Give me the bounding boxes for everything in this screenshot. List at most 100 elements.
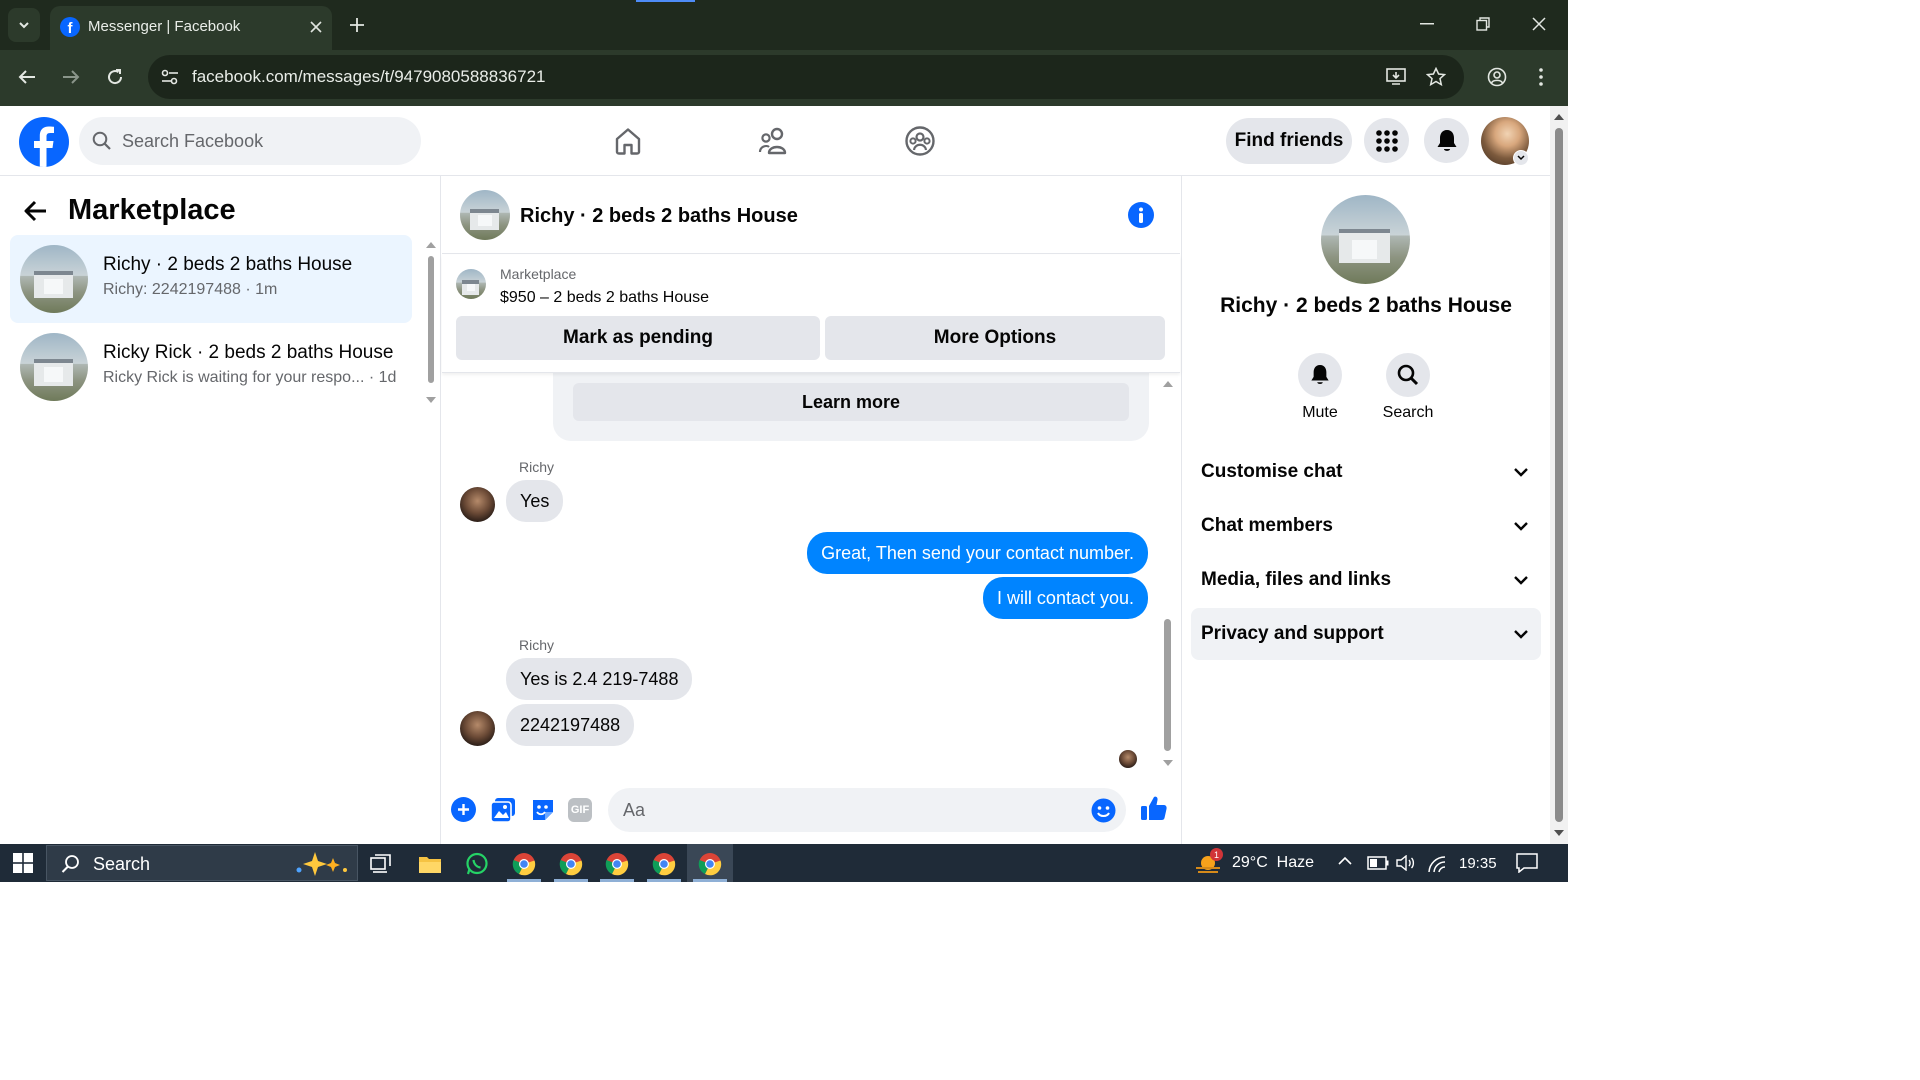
windows-taskbar: Search 1 29°C Haze 19:35 xyxy=(0,844,1568,882)
nav-home[interactable] xyxy=(598,118,658,164)
page-scrollbar[interactable] xyxy=(1550,106,1568,844)
like-icon[interactable] xyxy=(1140,794,1168,822)
friends-icon xyxy=(758,127,787,155)
list-scrollbar[interactable] xyxy=(424,236,438,408)
back-arrow-icon[interactable] xyxy=(24,196,54,226)
tab-close-icon[interactable] xyxy=(304,15,328,39)
weather-widget[interactable]: 1 29°C Haze xyxy=(1190,844,1322,882)
info-card: Learn more xyxy=(553,373,1149,441)
wifi-icon[interactable] xyxy=(1427,855,1447,873)
file-explorer-icon[interactable] xyxy=(418,854,442,874)
browser-tab[interactable]: f Messenger | Facebook xyxy=(50,6,332,50)
clock[interactable]: 19:35 xyxy=(1459,855,1497,872)
chevron-down-icon xyxy=(1514,468,1528,477)
menu-button[interactable] xyxy=(1364,118,1409,163)
chrome-icon[interactable] xyxy=(559,852,583,876)
chat-title[interactable]: Richy · 2 beds 2 baths House xyxy=(520,205,798,228)
section-label: Media, files and links xyxy=(1201,569,1392,590)
outgoing-message[interactable]: I will contact you. xyxy=(982,577,1148,619)
incoming-message[interactable]: Yes is 2.4 219-7488 xyxy=(506,658,693,700)
mute-label: Mute xyxy=(1302,404,1338,421)
forward-button[interactable] xyxy=(56,62,86,92)
message-input-placeholder: Aa xyxy=(623,800,646,820)
outgoing-message[interactable]: Great, Then send your contact number. xyxy=(807,532,1148,574)
address-bar[interactable]: facebook.com/messages/t/9479080588836721 xyxy=(148,55,1464,99)
install-app-icon[interactable] xyxy=(1382,63,1410,91)
sender-avatar[interactable] xyxy=(460,487,495,522)
media-files-links-section[interactable]: Media, files and links xyxy=(1191,554,1541,606)
arrow-left-icon xyxy=(18,70,35,84)
mute-button[interactable]: Mute xyxy=(1292,353,1348,425)
reload-button[interactable] xyxy=(100,62,130,92)
tab-loading-indicator xyxy=(636,0,695,2)
conversation-name: Richy · 2 beds 2 baths House xyxy=(103,254,353,275)
minimize-button[interactable] xyxy=(1404,8,1450,40)
message-scrollbar[interactable] xyxy=(1161,375,1175,771)
add-attachment-icon[interactable] xyxy=(451,797,476,822)
notifications-button[interactable] xyxy=(1424,118,1469,163)
find-friends-button[interactable]: Find friends xyxy=(1226,118,1352,164)
mute-circle xyxy=(1298,353,1342,397)
chat-header-avatar[interactable] xyxy=(460,190,510,240)
new-tab-button[interactable] xyxy=(342,10,372,40)
mark-as-pending-button[interactable]: Mark as pending xyxy=(456,316,820,360)
plus-icon xyxy=(350,18,364,32)
listing-thumbnail[interactable] xyxy=(456,269,486,299)
profile-avatar[interactable] xyxy=(1321,195,1410,284)
task-view-icon[interactable] xyxy=(370,853,392,873)
privacy-support-section[interactable]: Privacy and support xyxy=(1191,608,1541,660)
info-icon[interactable] xyxy=(1128,202,1154,228)
show-hidden-icons[interactable] xyxy=(1338,856,1352,866)
taskbar-search[interactable]: Search xyxy=(46,845,358,881)
back-button[interactable] xyxy=(12,62,42,92)
section-label: Privacy and support xyxy=(1201,623,1384,644)
tab-search-button[interactable] xyxy=(8,8,40,42)
photo-icon[interactable] xyxy=(490,797,516,823)
gif-icon[interactable]: GIF xyxy=(568,798,592,822)
facebook-logo-icon[interactable] xyxy=(19,117,69,167)
close-window-button[interactable] xyxy=(1516,8,1562,40)
facebook-search-field[interactable]: Search Facebook xyxy=(79,117,421,165)
conversation-item[interactable]: Richy · 2 beds 2 baths House Richy: 2242… xyxy=(10,235,412,323)
message-text: Yes is 2.4 219-7488 xyxy=(520,668,679,689)
conversation-name: Ricky Rick · 2 beds 2 baths House xyxy=(103,342,394,363)
more-menu-icon[interactable] xyxy=(1526,62,1556,92)
account-avatar[interactable] xyxy=(1481,117,1529,166)
profile-icon[interactable] xyxy=(1482,62,1512,92)
nav-friends[interactable] xyxy=(744,118,804,164)
sticker-icon[interactable] xyxy=(530,797,556,823)
task-indicators xyxy=(0,879,740,882)
notification-center-icon[interactable] xyxy=(1516,853,1538,873)
customise-chat-section[interactable]: Customise chat xyxy=(1191,446,1541,498)
incoming-message[interactable]: 2242197488 xyxy=(506,704,635,746)
restore-button[interactable] xyxy=(1460,8,1506,40)
search-in-chat-button[interactable]: Search xyxy=(1376,353,1440,425)
home-icon xyxy=(615,128,641,155)
start-button[interactable] xyxy=(0,844,45,882)
section-label: Customise chat xyxy=(1201,461,1343,482)
learn-more-button[interactable]: Learn more xyxy=(573,383,1129,421)
grid-menu-icon xyxy=(1375,129,1398,152)
weather-text: 29°C Haze xyxy=(1232,854,1314,871)
chat-details-panel: Richy · 2 beds 2 baths House Mute Search… xyxy=(1181,176,1550,844)
chrome-icon[interactable] xyxy=(605,852,629,876)
chrome-active-task[interactable] xyxy=(687,844,733,882)
chrome-icon[interactable] xyxy=(652,852,676,876)
chat-members-section[interactable]: Chat members xyxy=(1191,500,1541,552)
incoming-message[interactable]: Yes xyxy=(506,480,564,522)
whatsapp-icon[interactable] xyxy=(465,852,489,876)
message-text: Great, Then send your contact number. xyxy=(821,542,1134,563)
sender-avatar[interactable] xyxy=(460,711,495,746)
emoji-icon[interactable] xyxy=(1091,798,1116,823)
message-input[interactable]: Aa xyxy=(608,788,1126,832)
more-options-button[interactable]: More Options xyxy=(825,316,1165,360)
site-settings-icon[interactable] xyxy=(156,63,184,91)
bookmark-star-icon[interactable] xyxy=(1422,63,1450,91)
conversation-item[interactable]: Ricky Rick · 2 beds 2 baths House Ricky … xyxy=(10,323,412,411)
battery-icon[interactable] xyxy=(1367,856,1389,870)
chrome-icon[interactable] xyxy=(512,852,536,876)
listing-text[interactable]: $950 – 2 beds 2 baths House xyxy=(500,289,709,307)
volume-icon[interactable] xyxy=(1396,855,1416,871)
nav-groups[interactable] xyxy=(890,118,950,164)
sender-name: Richy xyxy=(519,637,555,653)
